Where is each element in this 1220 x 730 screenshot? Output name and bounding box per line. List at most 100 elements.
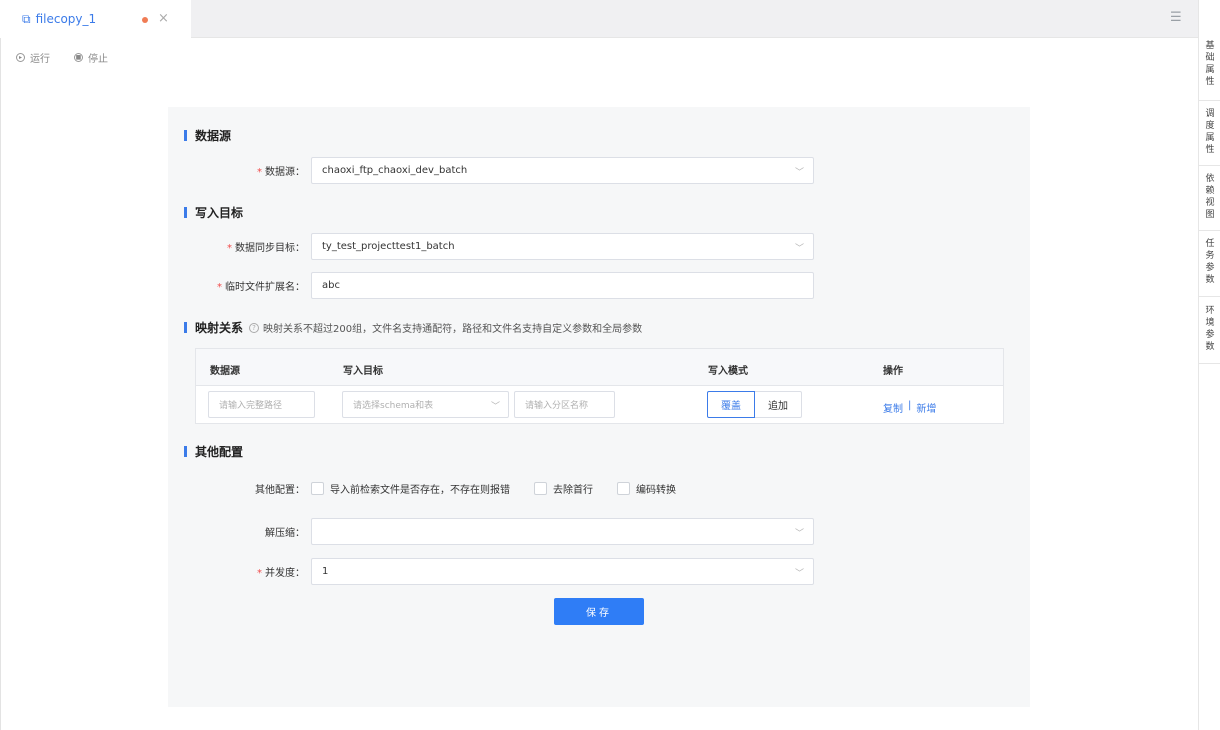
- close-icon[interactable]: ×: [158, 11, 169, 26]
- chevron-down-icon: ﹀: [794, 168, 804, 178]
- sync-target-value: ty_test_projecttest1_batch: [322, 241, 455, 252]
- row-actions: 复制 | 新增: [883, 400, 936, 415]
- rail-char: 环: [1205, 306, 1215, 316]
- schema-select[interactable]: 请选择schema和表 ﹀: [342, 391, 509, 418]
- rail-char: 参: [1205, 263, 1215, 273]
- required-mark: *: [217, 282, 222, 293]
- datasource-label: * 数据源：: [257, 167, 305, 178]
- save-button[interactable]: 保存: [554, 598, 644, 625]
- section-title: 映射关系: [195, 321, 244, 335]
- sync-target-row: * 数据同步目标： ty_test_projecttest1_batch ﹀: [173, 233, 814, 260]
- rail-char: 属: [1205, 133, 1215, 143]
- section-marker: [184, 322, 187, 333]
- mode-append-button[interactable]: 追加: [755, 391, 802, 418]
- tab-filecopy[interactable]: ⧉ filecopy_1 ×: [0, 0, 191, 38]
- rail-char: 性: [1205, 145, 1215, 155]
- play-icon: ▸: [16, 53, 25, 62]
- required-mark: *: [257, 167, 262, 178]
- rail-item-task-params[interactable]: 任务参数: [1199, 238, 1220, 286]
- partition-placeholder: 请输入分区名称: [525, 401, 589, 411]
- copy-link[interactable]: 复制: [883, 400, 903, 415]
- checkbox-encoding[interactable]: 编码转换: [617, 481, 676, 496]
- mode-overwrite-button[interactable]: 覆盖: [707, 391, 755, 418]
- right-rail: 基础属性 调度属性 依赖视图 任务参数 环境参数: [1198, 0, 1220, 730]
- rail-divider: [1199, 363, 1220, 364]
- column-header: 数据源: [210, 366, 240, 377]
- decompress-label: 解压缩：: [265, 528, 305, 539]
- sync-target-select[interactable]: ty_test_projecttest1_batch ﹀: [311, 233, 814, 260]
- config-panel: 数据源 * 数据源： chaoxi_ftp_chaoxi_dev_batch ﹀ …: [168, 107, 1030, 707]
- decompress-row: 解压缩： ﹀: [173, 518, 814, 545]
- partition-input[interactable]: 请输入分区名称: [514, 391, 615, 418]
- concurrency-value: 1: [322, 566, 329, 577]
- datasource-select[interactable]: chaoxi_ftp_chaoxi_dev_batch ﹀: [311, 157, 814, 184]
- section-title: 写入目标: [195, 206, 244, 220]
- rail-char: 依: [1205, 174, 1215, 184]
- rail-divider: [1199, 296, 1220, 297]
- sync-target-label: * 数据同步目标：: [227, 243, 305, 254]
- copy-icon: ⧉: [22, 11, 31, 26]
- rail-char: 数: [1205, 275, 1215, 285]
- rail-item-dependency[interactable]: 依赖视图: [1199, 173, 1220, 221]
- rail-char: 属: [1205, 65, 1215, 75]
- section-datasource: 数据源: [184, 127, 231, 144]
- ops-separator: |: [908, 400, 912, 411]
- checkbox-box[interactable]: [617, 482, 630, 495]
- rail-char: 度: [1205, 121, 1215, 131]
- checkbox-label: 编码转换: [636, 485, 676, 496]
- chevron-down-icon: ﹀: [794, 244, 804, 254]
- column-header: 写入目标: [343, 366, 383, 377]
- checkbox-label: 去除首行: [553, 485, 593, 496]
- concurrency-select[interactable]: 1 ﹀: [311, 558, 814, 585]
- required-mark: *: [257, 568, 262, 579]
- rail-item-env-params[interactable]: 环境参数: [1199, 305, 1220, 353]
- rail-char: 赖: [1205, 186, 1215, 196]
- run-button[interactable]: ▸ 运行: [16, 50, 50, 65]
- question-icon: ?: [249, 322, 260, 333]
- add-link[interactable]: 新增: [916, 400, 936, 415]
- section-marker: [184, 130, 187, 141]
- rail-char: 图: [1205, 210, 1215, 220]
- tab-bar: ⧉ filecopy_1 × ☰: [0, 0, 1198, 38]
- rail-item-basic[interactable]: 基础属性: [1199, 40, 1220, 88]
- other-config-label: 其他配置：: [255, 485, 305, 496]
- rail-item-schedule[interactable]: 调度属性: [1199, 108, 1220, 156]
- checkbox-label: 导入前检索文件是否存在，不存在则报错: [330, 485, 510, 496]
- rail-char: 调: [1205, 109, 1215, 119]
- temp-ext-row: * 临时文件扩展名： abc: [173, 272, 814, 299]
- rail-char: 基: [1205, 41, 1215, 51]
- section-marker: [184, 446, 187, 457]
- schema-placeholder: 请选择schema和表: [353, 401, 434, 411]
- mapping-table-header: 数据源 写入目标 写入模式 操作: [196, 349, 1003, 386]
- stop-label: 停止: [88, 54, 108, 65]
- column-header: 写入模式: [708, 366, 748, 377]
- datasource-row: * 数据源： chaoxi_ftp_chaoxi_dev_batch ﹀: [173, 157, 814, 184]
- checkbox-box[interactable]: [534, 482, 547, 495]
- rail-divider: [1199, 165, 1220, 166]
- other-config-row: 其他配置： 导入前检索文件是否存在，不存在则报错 去除首行 编码转换: [173, 481, 694, 496]
- temp-ext-input[interactable]: abc: [311, 272, 814, 299]
- concurrency-row: * 并发度： 1 ﹀: [173, 558, 814, 585]
- write-mode-toggle: 覆盖 追加: [707, 391, 802, 418]
- checkbox-remove-header[interactable]: 去除首行: [534, 481, 593, 496]
- rail-char: 参: [1205, 330, 1215, 340]
- run-label: 运行: [30, 54, 50, 65]
- list-icon[interactable]: ☰: [1170, 10, 1182, 25]
- section-other: 其他配置: [184, 443, 243, 460]
- checkbox-box[interactable]: [311, 482, 324, 495]
- other-config-options: 导入前检索文件是否存在，不存在则报错 去除首行 编码转换: [311, 481, 694, 496]
- rail-char: 任: [1205, 239, 1215, 249]
- toolbar: ▸ 运行 ■ 停止: [16, 50, 108, 65]
- temp-ext-label: * 临时文件扩展名：: [217, 282, 305, 293]
- section-marker: [184, 207, 187, 218]
- chevron-down-icon: ﹀: [490, 402, 500, 412]
- section-title: 数据源: [195, 129, 232, 143]
- section-title: 其他配置: [195, 445, 244, 459]
- checkbox-check-exists[interactable]: 导入前检索文件是否存在，不存在则报错: [311, 481, 510, 496]
- path-input[interactable]: 请输入完整路径: [208, 391, 315, 418]
- decompress-select[interactable]: ﹀: [311, 518, 814, 545]
- unsaved-dot: [142, 17, 148, 23]
- stop-button[interactable]: ■ 停止: [74, 50, 108, 65]
- chevron-down-icon: ﹀: [794, 529, 804, 539]
- rail-char: 视: [1205, 198, 1215, 208]
